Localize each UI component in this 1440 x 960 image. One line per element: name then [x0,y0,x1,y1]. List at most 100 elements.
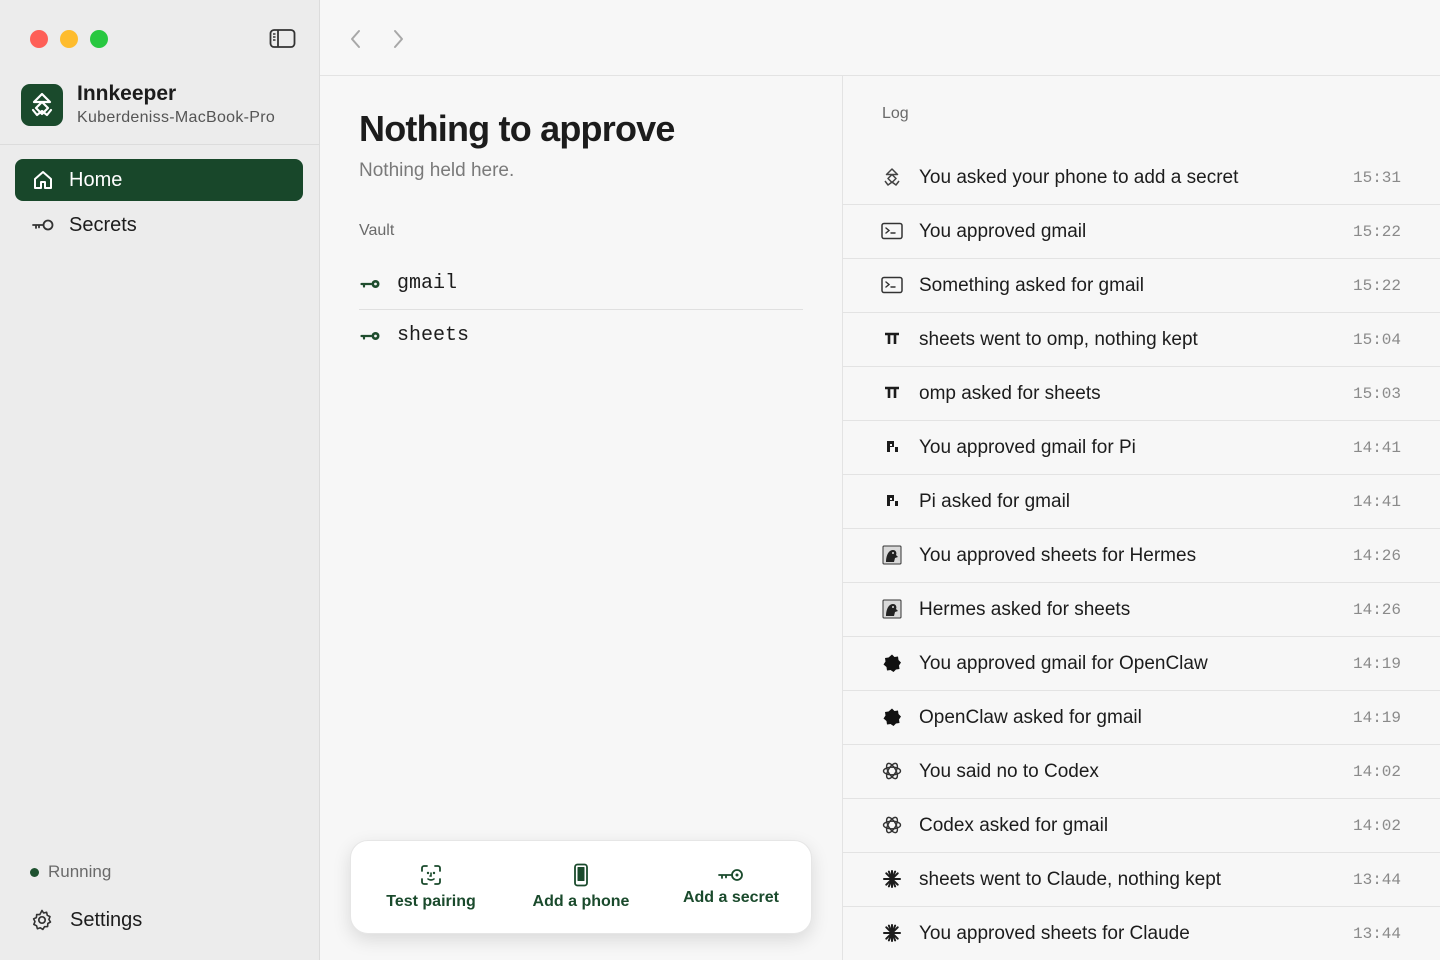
pi-icon [881,490,903,512]
log-entry[interactable]: You approved gmail for OpenClaw 14:19 [843,636,1440,690]
log-entry[interactable]: You said no to Codex 14:02 [843,744,1440,798]
log-entry-text: sheets went to Claude, nothing kept [919,868,1222,890]
key-icon [717,867,745,883]
log-entry[interactable]: You approved sheets for Hermes 14:26 [843,528,1440,582]
vault-item-name: gmail [397,272,458,295]
log-entry[interactable]: sheets went to omp, nothing kept 15:04 [843,312,1440,366]
app-brand: Innkeeper Kuberdeniss-MacBook-Pro [21,82,275,128]
log-entry-text: You approved sheets for Claude [919,922,1190,944]
key-icon [31,213,55,237]
log-entry-time: 14:41 [1352,438,1401,457]
log-entry[interactable]: You approved gmail for Pi 14:41 [843,420,1440,474]
log-entry[interactable]: omp asked for sheets 15:03 [843,366,1440,420]
log-entry-text: Codex asked for gmail [919,814,1109,836]
phone-icon [573,863,589,887]
omp-icon [881,328,903,350]
log-entry-time: 14:26 [1352,546,1401,565]
status-text: Running [48,862,112,881]
sidebar-item-home[interactable]: Home [15,159,303,201]
zoom-window-button[interactable] [90,30,108,48]
log-entry[interactable]: Codex asked for gmail 14:02 [843,798,1440,852]
main-content: Nothing to approve Nothing held here. Va… [320,76,842,960]
add-phone-button[interactable]: Add a phone [506,841,656,933]
log-entry-text: Pi asked for gmail [919,490,1071,512]
status-indicator: Running [30,862,111,882]
log-entry[interactable]: You asked your phone to add a secret 15:… [843,151,1440,204]
close-window-button[interactable] [30,30,48,48]
page-title: Nothing to approve [359,108,675,149]
log-entry[interactable]: OpenClaw asked for gmail 14:19 [843,690,1440,744]
pi-icon [881,436,903,458]
divider [0,144,319,145]
app-name: Innkeeper [77,82,177,105]
sidebar-item-label: Home [69,168,123,191]
log-heading: Log [882,105,909,122]
log-entry-time: 14:19 [1352,708,1401,727]
log-entry-time: 14:26 [1352,600,1401,619]
vault-heading: Vault [359,222,395,239]
log-entry-text: Something asked for gmail [919,274,1144,296]
openclaw-icon [881,706,903,728]
hermes-icon [881,598,903,620]
claude-icon [881,868,903,890]
log-entry-text: OpenClaw asked for gmail [919,706,1142,728]
status-dot [30,867,39,877]
log-entry-time: 14:02 [1352,816,1401,835]
log-entry-text: You asked your phone to add a secret [919,166,1239,188]
log-entry-time: 14:19 [1352,654,1401,673]
key-icon [360,277,382,291]
vault-item-sheets[interactable]: sheets [359,310,803,361]
log-entry-text: Hermes asked for sheets [919,598,1131,620]
log-entry-time: 13:44 [1352,924,1401,943]
log-entry[interactable]: Something asked for gmail 15:22 [843,258,1440,312]
terminal-icon [881,220,903,242]
log-entry-time: 13:44 [1352,870,1401,889]
settings-label: Settings [70,908,143,931]
log-entry-text: You approved gmail for OpenClaw [919,652,1208,674]
log-entry-time: 15:31 [1352,168,1401,187]
log-entry[interactable]: You approved gmail 15:22 [843,204,1440,258]
toolbar [320,0,1440,76]
sidebar-item-secrets[interactable]: Secrets [15,204,303,246]
log-entry-text: You said no to Codex [919,760,1099,782]
settings-button[interactable]: Settings [30,908,142,932]
action-bar: Test pairing Add a phone Add a secret [350,840,812,934]
face-scan-icon [419,863,443,887]
log-entry-text: omp asked for sheets [919,382,1101,404]
log-entry-time: 15:22 [1352,276,1401,295]
hermes-icon [881,544,903,566]
log-entry-time: 14:02 [1352,762,1401,781]
omp-icon [881,382,903,404]
window-controls [30,30,108,48]
log-entry-time: 15:22 [1352,222,1401,241]
terminal-icon [881,274,903,296]
log-entry[interactable]: You approved sheets for Claude 13:44 [843,906,1440,960]
machine-name: Kuberdeniss-MacBook-Pro [77,109,276,126]
home-icon [31,168,55,192]
minimize-window-button[interactable] [60,30,78,48]
add-secret-button[interactable]: Add a secret [656,841,806,933]
log-entry[interactable]: Hermes asked for sheets 14:26 [843,582,1440,636]
page-subtitle: Nothing held here. [359,160,515,181]
action-label: Add a phone [532,893,630,910]
vault-item-gmail[interactable]: gmail [359,258,803,310]
sidebar-toggle-icon[interactable] [269,28,296,49]
log-list: You asked your phone to add a secret 15:… [843,151,1440,960]
log-entry-text: You approved gmail [919,220,1087,242]
back-chevron-icon[interactable] [346,28,366,50]
forward-chevron-icon[interactable] [388,28,408,50]
log-entry-time: 15:03 [1352,384,1401,403]
test-pairing-button[interactable]: Test pairing [356,841,506,933]
log-entry[interactable]: Pi asked for gmail 14:41 [843,474,1440,528]
log-panel: Log You asked your phone to add a secret… [842,76,1440,960]
log-entry[interactable]: sheets went to Claude, nothing kept 13:4… [843,852,1440,906]
openclaw-icon [881,652,903,674]
innkeeper-icon [881,166,903,188]
sidebar-item-label: Secrets [69,213,137,236]
vault-item-name: sheets [397,324,470,347]
sidebar-nav: Home Secrets [15,159,303,249]
codex-icon [881,760,903,782]
log-entry-text: sheets went to omp, nothing kept [919,328,1198,350]
action-label: Test pairing [386,893,476,910]
log-entry-text: You approved gmail for Pi [919,436,1136,458]
